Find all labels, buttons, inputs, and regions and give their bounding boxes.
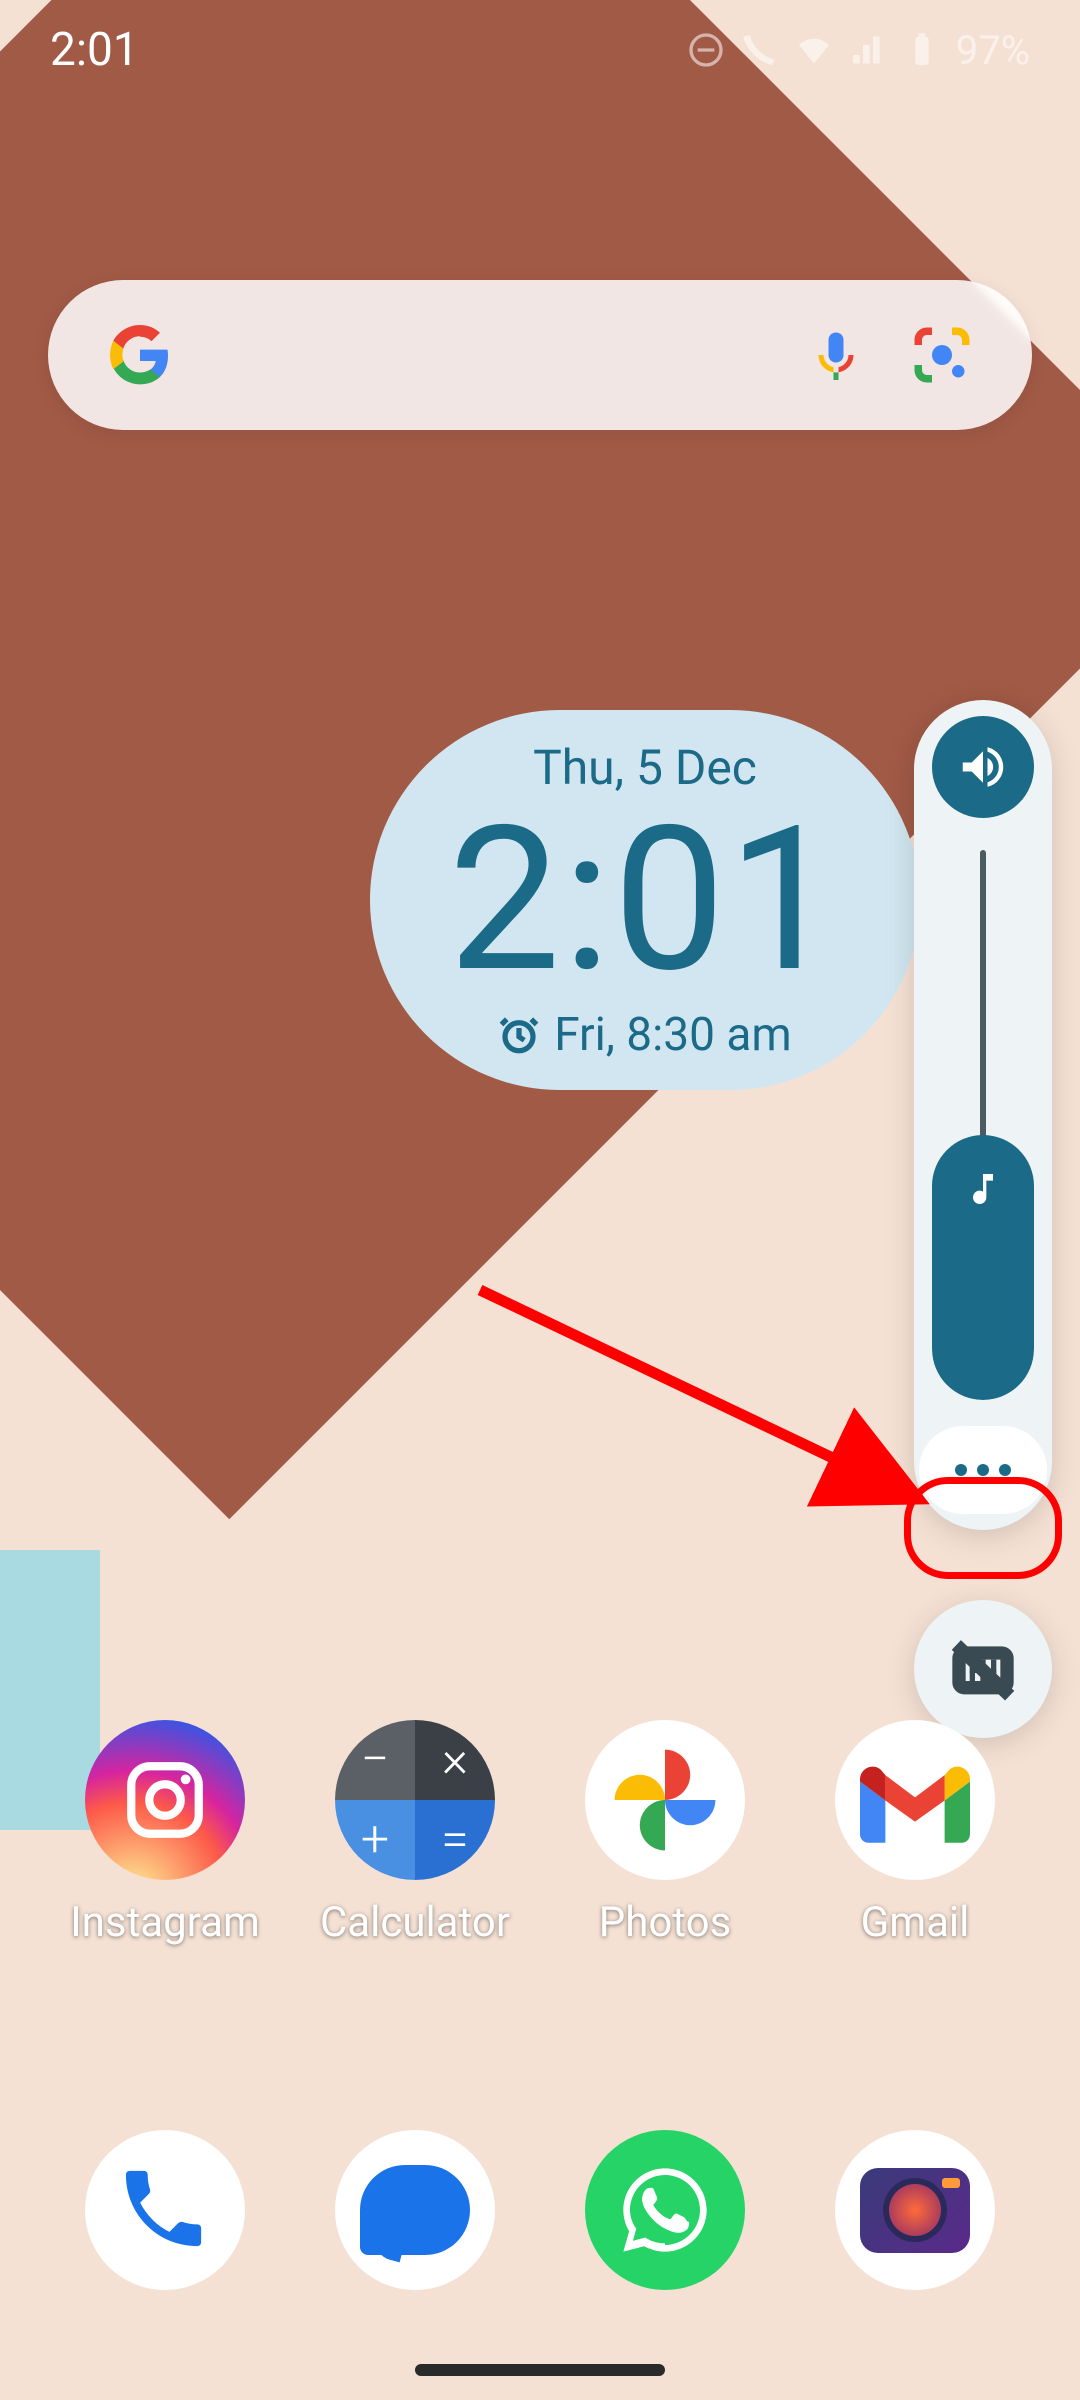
music-note-icon — [963, 1169, 1003, 1209]
dot — [999, 1464, 1011, 1476]
dnd-icon — [686, 30, 726, 70]
google-lens-icon[interactable] — [912, 325, 972, 385]
signal-icon — [848, 30, 888, 70]
volume-slider[interactable] — [932, 848, 1034, 1400]
calculator-icon: −× += — [335, 1720, 495, 1880]
dot — [955, 1464, 967, 1476]
caption-off-icon — [951, 1637, 1015, 1701]
app-phone[interactable] — [55, 2130, 275, 2290]
widget-alarm: Fri, 8:30 am — [498, 1008, 792, 1062]
dock — [0, 2130, 1080, 2290]
clock-widget[interactable]: Thu, 5 Dec 2:01 Fri, 8:30 am — [370, 710, 920, 1090]
volume-up-icon — [956, 740, 1010, 794]
status-time: 2:01 — [50, 23, 139, 77]
status-bar: 2:01 97% — [0, 0, 1080, 100]
battery-icon — [902, 30, 942, 70]
app-whatsapp[interactable] — [555, 2130, 775, 2290]
app-messages[interactable] — [305, 2130, 525, 2290]
app-label: Gmail — [861, 1898, 970, 1947]
app-gmail[interactable]: Gmail — [805, 1720, 1025, 1947]
slider-fill — [932, 1135, 1034, 1400]
app-camera[interactable] — [805, 2130, 1025, 2290]
google-search-bar[interactable] — [48, 280, 1032, 430]
volume-panel — [914, 700, 1052, 1530]
app-label: Instagram — [70, 1898, 260, 1947]
camera-icon — [835, 2130, 995, 2290]
ring-mode-button[interactable] — [932, 716, 1034, 818]
volume-more-button[interactable] — [919, 1426, 1047, 1514]
app-label: Calculator — [320, 1898, 510, 1947]
app-photos[interactable]: Photos — [555, 1720, 775, 1947]
app-label: Photos — [599, 1898, 732, 1947]
app-instagram[interactable]: Instagram — [55, 1720, 275, 1947]
whatsapp-icon — [585, 2130, 745, 2290]
photos-icon — [585, 1720, 745, 1880]
messages-icon — [335, 2130, 495, 2290]
battery-percent: 97% — [956, 27, 1030, 74]
google-logo-icon — [108, 323, 172, 387]
mic-icon[interactable] — [806, 325, 866, 385]
dot — [977, 1464, 989, 1476]
nav-handle[interactable] — [415, 2364, 665, 2376]
alarm-icon — [498, 1014, 540, 1056]
app-calculator[interactable]: −× += Calculator — [305, 1720, 525, 1947]
live-caption-button[interactable] — [914, 1600, 1052, 1738]
widget-time: 2:01 — [448, 800, 842, 1000]
status-icons: 97% — [686, 27, 1030, 74]
widget-alarm-text: Fri, 8:30 am — [554, 1008, 792, 1062]
wifi-icon — [794, 30, 834, 70]
gmail-icon — [835, 1720, 995, 1880]
phone-icon — [85, 2130, 245, 2290]
app-row: Instagram −× += Calculator Photos Gmail — [0, 1720, 1080, 1947]
instagram-icon — [85, 1720, 245, 1880]
wifi-calling-icon — [740, 30, 780, 70]
